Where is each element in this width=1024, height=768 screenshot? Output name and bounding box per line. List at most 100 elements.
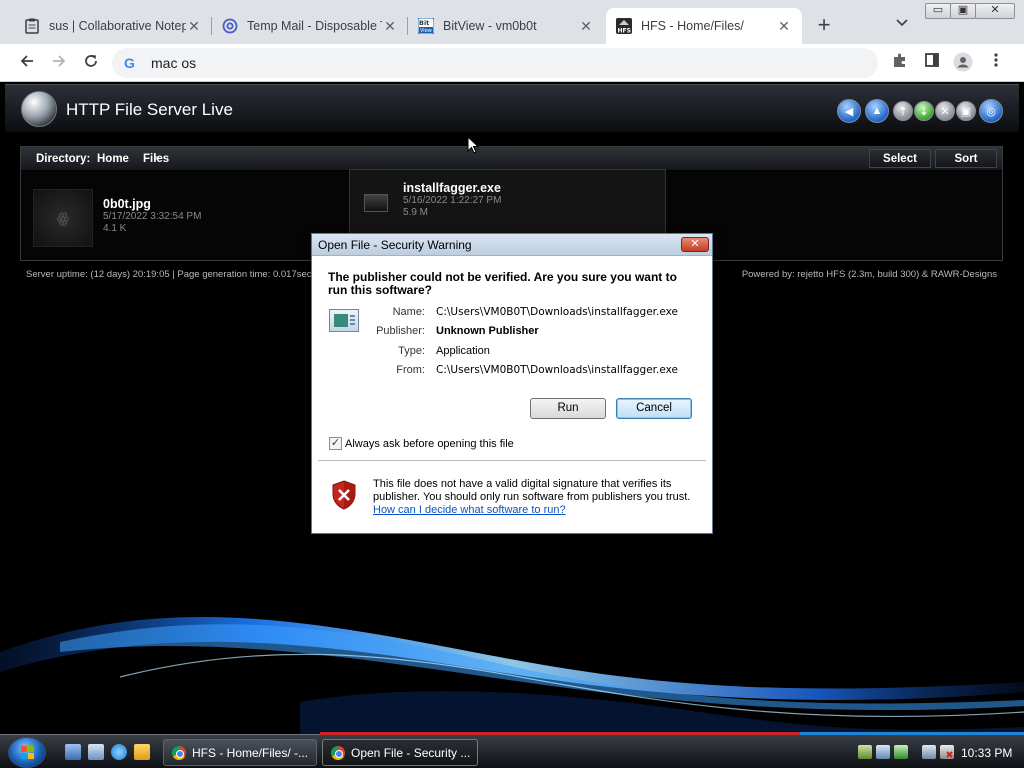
mouse-cursor-icon <box>467 136 479 154</box>
back-arrow-icon <box>20 55 33 67</box>
page-title: HTTP File Server Live <box>66 100 233 119</box>
dialog-close-button[interactable]: ✕ <box>681 237 709 252</box>
sort-button[interactable]: Sort <box>935 149 997 168</box>
file-name[interactable]: installfagger.exe <box>403 181 501 195</box>
select-button[interactable]: Select <box>869 149 931 168</box>
forward-arrow-icon <box>53 55 66 67</box>
tab-close-icon[interactable]: ✕ <box>578 18 594 34</box>
tray-security-icon[interactable] <box>876 745 890 759</box>
internet-explorer-icon[interactable] <box>111 744 127 760</box>
cancel-button[interactable]: Cancel <box>616 398 692 419</box>
chrome-icon <box>331 745 345 760</box>
file-date: 5/17/2022 3:32:54 PM <box>103 211 202 222</box>
image-thumbnail: ꙮ <box>33 189 93 247</box>
file-item-installer[interactable]: installfagger.exe 5/16/2022 1:22:27 PM 5… <box>349 169 666 239</box>
directory-bar: Directory: Home ▶ Files Select Sort <box>21 147 1002 171</box>
up-arrow-icon[interactable]: ▲ <box>865 99 889 123</box>
breadcrumb-home[interactable]: Home <box>97 153 129 165</box>
hfs-toolbar: ◀ ▲ ⇡ ⇣ ✕ ▣ ◎ <box>836 99 1003 123</box>
svg-text:View: View <box>420 28 432 34</box>
file-size: 5.9 M <box>403 207 429 218</box>
always-ask-checkbox[interactable]: ✓ <box>329 437 342 450</box>
bitview-icon: Bit View <box>418 18 434 34</box>
field-label-type: Type: <box>398 345 425 357</box>
back-arrow-icon[interactable]: ◀ <box>837 99 861 123</box>
more-menu-icon[interactable] <box>985 52 1007 74</box>
dialog-divider <box>318 460 706 461</box>
upload-icon[interactable]: ⇡ <box>893 101 913 121</box>
taskbar-item-label: Open File - Security ... <box>351 745 471 760</box>
dialog-titlebar[interactable]: Open File - Security Warning ✕ <box>312 234 712 256</box>
help-link[interactable]: How can I decide what software to run? <box>373 504 566 516</box>
delete-icon[interactable]: ✕ <box>935 101 955 121</box>
tab-temp-mail[interactable]: Temp Mail - Disposable Temporary Email ✕ <box>212 8 408 44</box>
tab-close-icon[interactable]: ✕ <box>776 18 792 34</box>
application-icon <box>329 309 359 332</box>
reload-icon <box>85 55 97 67</box>
media-player-icon[interactable] <box>134 744 150 760</box>
taskbar: HFS - Home/Files/ -... Open File - Secur… <box>0 732 1024 768</box>
download-icon[interactable]: ⇣ <box>914 101 934 121</box>
profile-avatar-icon[interactable] <box>952 52 974 74</box>
always-ask-label[interactable]: Always ask before opening this file <box>345 438 514 450</box>
lock-icon[interactable]: ▣ <box>956 101 976 121</box>
security-shield-icon <box>332 480 356 510</box>
directory-label: Directory: <box>36 153 91 165</box>
hfs-logo-icon <box>21 91 57 127</box>
tab-strip: sus | Collaborative Notepad ✕ Temp Mail … <box>0 0 1024 44</box>
field-value-name: C:\Users\VM0B0T\Downloads\installfagger.… <box>436 306 678 318</box>
show-desktop-icon[interactable] <box>65 744 81 760</box>
field-label-name: Name: <box>392 306 425 318</box>
windows-start-icon[interactable] <box>8 737 46 768</box>
exe-file-icon <box>364 194 388 212</box>
hfs-header: HTTP File Server Live ◀ ▲ ⇡ ⇣ ✕ ▣ ◎ <box>5 84 1019 132</box>
forward-button[interactable] <box>47 51 71 75</box>
tab-bitview[interactable]: Bit View BitView - vm0b0t ✕ <box>408 8 604 44</box>
back-button[interactable] <box>15 51 39 75</box>
tab-title: Temp Mail - Disposable Temporary Email <box>247 19 382 33</box>
warning-text: This file does not have a valid digital … <box>373 478 691 503</box>
field-value-from: C:\Users\VM0B0T\Downloads\installfagger.… <box>436 364 678 376</box>
file-item-0b0t[interactable]: ꙮ 0b0t.jpg 5/17/2022 3:32:54 PM 4.1 K <box>21 187 341 253</box>
tab-title: BitView - vm0b0t <box>443 19 537 33</box>
run-button[interactable]: Run <box>530 398 606 419</box>
tab-close-icon[interactable]: ✕ <box>186 18 202 34</box>
dialog-heading: The publisher could not be verified. Are… <box>328 270 677 297</box>
restore-button[interactable]: ▣ <box>950 3 976 19</box>
file-date: 5/16/2022 1:22:27 PM <box>403 195 502 206</box>
new-tab-button[interactable]: + <box>812 14 836 38</box>
switch-windows-icon[interactable] <box>88 744 104 760</box>
field-label-publisher: Publisher: <box>376 325 425 337</box>
taskbar-item-security-dialog[interactable]: Open File - Security ... <box>322 739 478 766</box>
field-label-from: From: <box>396 364 425 376</box>
at-sign-icon <box>222 18 238 34</box>
search-icon[interactable]: ◎ <box>979 99 1003 123</box>
chrome-icon <box>172 745 186 760</box>
file-size: 4.1 K <box>103 223 127 234</box>
blue-swoosh-decoration <box>0 617 1024 734</box>
taskbar-item-hfs[interactable]: HFS - Home/Files/ -... <box>163 739 317 766</box>
breadcrumb-files[interactable]: Files <box>143 153 169 165</box>
window-controls: ▭ ▣ ✕ <box>925 3 1015 19</box>
address-bar[interactable]: G mac os <box>112 48 878 78</box>
hfs-icon: HFS <box>616 18 632 34</box>
taskbar-clock[interactable]: 10:33 PM <box>961 746 1012 760</box>
field-value-type: Application <box>436 345 490 357</box>
tab-close-icon[interactable]: ✕ <box>382 18 398 34</box>
reload-button[interactable] <box>79 51 103 75</box>
tab-notepad[interactable]: sus | Collaborative Notepad ✕ <box>14 8 212 44</box>
tray-network-icon[interactable] <box>858 745 872 759</box>
tray-monitor-icon[interactable] <box>922 745 936 759</box>
tab-title: HFS - Home/Files/ <box>641 19 744 33</box>
tab-hfs[interactable]: HFS HFS - Home/Files/ ✕ <box>606 8 802 44</box>
minimize-button[interactable]: ▭ <box>925 3 951 19</box>
notepad-icon <box>24 18 40 34</box>
close-window-button[interactable]: ✕ <box>975 3 1015 19</box>
side-panel-icon[interactable] <box>921 52 943 74</box>
taskbar-item-label: HFS - Home/Files/ -... <box>192 745 309 760</box>
file-name[interactable]: 0b0t.jpg <box>103 197 151 211</box>
tray-volume-muted-icon[interactable] <box>940 745 954 759</box>
extensions-puzzle-icon[interactable] <box>889 52 911 74</box>
tray-update-icon[interactable] <box>894 745 908 759</box>
tab-search-chevron-icon[interactable] <box>892 16 912 36</box>
